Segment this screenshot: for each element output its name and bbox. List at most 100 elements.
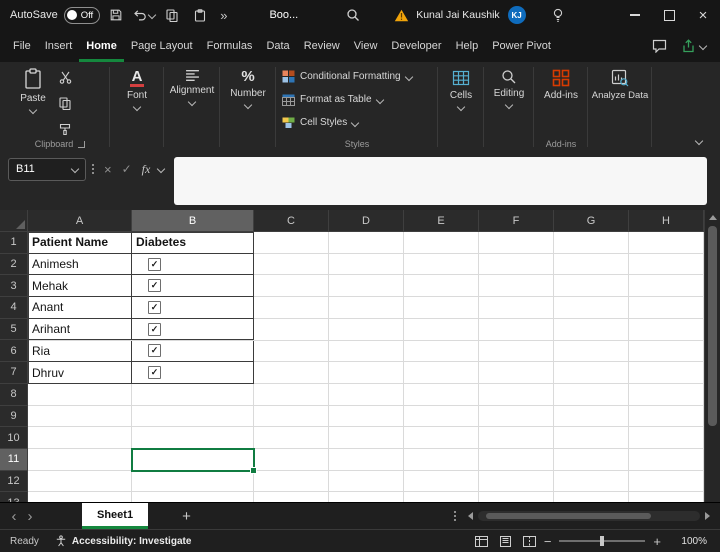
formula-bar-handle[interactable] — [92, 164, 94, 174]
cell-B4[interactable]: ✓ — [132, 297, 254, 319]
cells-button[interactable]: Cells — [438, 62, 484, 136]
row-header-2[interactable]: 2 — [0, 254, 27, 276]
undo-button[interactable] — [132, 3, 156, 27]
row-header-12[interactable]: 12 — [0, 471, 27, 493]
maximize-button[interactable] — [652, 0, 686, 30]
insert-function-button[interactable]: fx — [142, 162, 151, 177]
cell-B6[interactable]: ✓ — [132, 341, 254, 363]
row-header-7[interactable]: 7 — [0, 362, 27, 384]
diabetes-checkbox-row3[interactable]: ✓ — [148, 279, 161, 292]
column-header-G[interactable]: G — [554, 210, 629, 232]
sheet-nav-next-icon[interactable]: › — [22, 508, 38, 525]
row-header-5[interactable]: 5 — [0, 319, 27, 341]
sheet-tab-sheet1[interactable]: Sheet1 — [82, 503, 148, 529]
paste-quick-button[interactable] — [188, 3, 212, 27]
row-header-11[interactable]: 11 — [0, 449, 27, 471]
menu-tab-help[interactable]: Help — [449, 30, 486, 62]
quick-access-overflow-button[interactable]: » — [220, 8, 227, 23]
cut-button[interactable] — [59, 71, 72, 89]
zoom-in-button[interactable]: + — [653, 535, 661, 548]
menu-tab-developer[interactable]: Developer — [384, 30, 448, 62]
column-header-C[interactable]: C — [254, 210, 329, 232]
share-button[interactable] — [681, 39, 706, 53]
horizontal-scrollbar[interactable] — [468, 511, 710, 521]
page-break-view-button[interactable] — [523, 536, 536, 547]
column-header-A[interactable]: A — [28, 210, 132, 232]
formula-bar-dropdown-icon[interactable] — [157, 165, 165, 173]
cell-A6[interactable]: Ria — [28, 341, 132, 363]
cell-A7[interactable]: Dhruv — [28, 362, 132, 384]
analyze-data-button[interactable]: Analyze Data — [588, 62, 652, 136]
row-header-1[interactable]: 1 — [0, 232, 27, 254]
column-header-B[interactable]: B — [132, 210, 254, 232]
undo-dropdown-icon[interactable] — [148, 11, 156, 19]
select-all-corner[interactable] — [0, 210, 28, 232]
cell-A1[interactable]: Patient Name — [28, 232, 132, 254]
cells-region[interactable]: Patient NameDiabetesAnimesh✓Mehak✓Anant✓… — [28, 232, 704, 502]
autosave-pill[interactable]: Off — [64, 7, 101, 24]
save-button[interactable] — [104, 3, 128, 27]
menu-tab-view[interactable]: View — [347, 30, 385, 62]
comments-button[interactable] — [652, 39, 667, 53]
conditional-formatting-button[interactable]: Conditional Formatting — [276, 65, 438, 88]
menu-tab-power-pivot[interactable]: Power Pivot — [485, 30, 558, 62]
cell-A3[interactable]: Mehak — [28, 275, 132, 297]
minimize-button[interactable] — [618, 0, 652, 30]
collapse-ribbon-icon[interactable] — [695, 137, 703, 145]
diabetes-checkbox-row6[interactable]: ✓ — [148, 344, 161, 357]
format-as-table-button[interactable]: Format as Table — [276, 88, 438, 111]
menu-tab-review[interactable]: Review — [297, 30, 347, 62]
row-header-10[interactable]: 10 — [0, 427, 27, 449]
page-layout-view-button[interactable] — [499, 536, 512, 547]
horizontal-scroll-thumb[interactable] — [486, 513, 651, 519]
diabetes-checkbox-row7[interactable]: ✓ — [148, 366, 161, 379]
accessibility-status[interactable]: Accessibility: Investigate — [72, 536, 192, 547]
row-header-13[interactable]: 13 — [0, 492, 27, 502]
selected-cell-B11[interactable] — [131, 448, 255, 472]
horizontal-scroll-track[interactable] — [478, 511, 700, 521]
cell-B1[interactable]: Diabetes — [132, 232, 254, 254]
copy-ribbon-button[interactable] — [59, 97, 72, 115]
vertical-scroll-thumb[interactable] — [708, 226, 717, 426]
close-button[interactable]: × — [686, 0, 720, 30]
sheet-nav-prev-icon[interactable]: ‹ — [6, 508, 22, 525]
scroll-right-icon[interactable] — [705, 512, 710, 520]
cancel-entry-button[interactable]: × — [104, 162, 112, 177]
sheet-more-icon[interactable] — [454, 511, 456, 521]
normal-view-button[interactable] — [475, 536, 488, 547]
confirm-entry-button[interactable]: ✓ — [122, 162, 132, 176]
scroll-left-icon[interactable] — [468, 512, 473, 520]
font-button[interactable]: A Font — [110, 62, 164, 136]
zoom-slider-thumb[interactable] — [600, 536, 604, 546]
addins-button[interactable]: Add-ins — [534, 62, 588, 136]
zoom-level[interactable]: 100% — [669, 536, 707, 547]
diabetes-checkbox-row4[interactable]: ✓ — [148, 301, 161, 314]
column-header-H[interactable]: H — [629, 210, 704, 232]
menu-tab-formulas[interactable]: Formulas — [200, 30, 260, 62]
cell-A2[interactable]: Animesh — [28, 254, 132, 276]
zoom-slider[interactable] — [559, 540, 645, 542]
number-button[interactable]: % Number — [220, 62, 276, 136]
column-header-E[interactable]: E — [404, 210, 479, 232]
zoom-out-button[interactable]: − — [544, 535, 552, 548]
cell-B5[interactable]: ✓ — [132, 319, 254, 341]
add-sheet-button[interactable]: + — [182, 508, 191, 525]
copy-button[interactable] — [160, 3, 184, 27]
row-header-6[interactable]: 6 — [0, 340, 27, 362]
editing-button[interactable]: Editing — [484, 62, 534, 136]
row-header-3[interactable]: 3 — [0, 275, 27, 297]
diabetes-checkbox-row5[interactable]: ✓ — [148, 323, 161, 336]
cell-styles-button[interactable]: Cell Styles — [276, 111, 438, 134]
cell-B3[interactable]: ✓ — [132, 275, 254, 297]
ideas-button[interactable] — [552, 8, 564, 23]
user-name[interactable]: Kunal Jai Kaushik — [416, 9, 499, 21]
row-header-9[interactable]: 9 — [0, 406, 27, 428]
workbook-title[interactable]: Boo... — [269, 9, 298, 21]
cell-A4[interactable]: Anant — [28, 297, 132, 319]
search-button[interactable] — [346, 8, 360, 22]
scroll-up-icon[interactable] — [709, 215, 717, 220]
column-header-D[interactable]: D — [329, 210, 404, 232]
vertical-scrollbar[interactable] — [704, 210, 720, 502]
column-header-F[interactable]: F — [479, 210, 554, 232]
cell-B2[interactable]: ✓ — [132, 254, 254, 276]
